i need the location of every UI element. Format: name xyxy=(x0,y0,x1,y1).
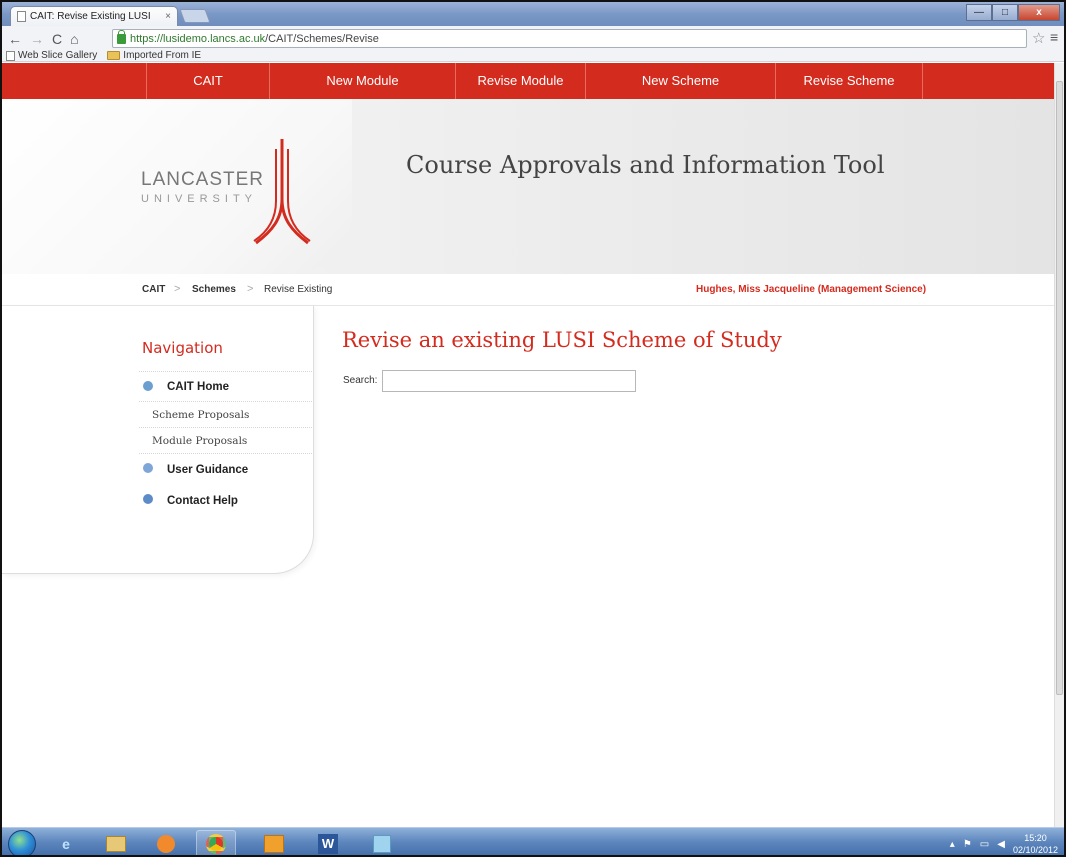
breadcrumb-schemes[interactable]: Schemes xyxy=(192,284,236,295)
system-tray: ▴ ⚑ ▭ ◀ 15:20 02/10/2012 xyxy=(950,828,1058,855)
breadcrumb: CAIT > Schemes > Revise Existing Hughes,… xyxy=(2,274,1054,306)
nav-cait[interactable]: CAIT xyxy=(146,63,269,99)
site-title: Course Approvals and Information Tool xyxy=(406,151,885,179)
sidebar: Navigation CAIT Home Scheme Proposals Mo… xyxy=(2,306,314,574)
address-bar[interactable]: https://lusidemo.lancs.ac.uk/CAIT/Scheme… xyxy=(112,29,1027,48)
tab-title: CAIT: Revise Existing LUSI xyxy=(30,11,151,22)
clock[interactable]: 15:20 02/10/2012 xyxy=(1012,832,1058,855)
sidebar-item-contact-help[interactable]: Contact Help xyxy=(139,485,312,517)
outlook-icon[interactable] xyxy=(254,830,294,855)
minimize-button[interactable]: — xyxy=(966,4,992,21)
nav-buttons: ← → C ⌂ xyxy=(8,31,79,47)
bookmark-label: Imported From IE xyxy=(123,50,202,61)
new-tab-button[interactable] xyxy=(179,9,211,23)
reload-icon[interactable]: C xyxy=(52,31,62,47)
sidebar-item-label: Module Proposals xyxy=(152,435,248,447)
home-icon xyxy=(143,381,153,391)
help-icon xyxy=(143,463,153,473)
maximize-button[interactable]: □ xyxy=(992,4,1018,21)
url-host: https://lusidemo.lancs.ac.uk xyxy=(130,32,266,45)
date: 02/10/2012 xyxy=(1012,845,1058,855)
breadcrumb-current: Revise Existing xyxy=(264,284,333,295)
scrollbar-thumb[interactable] xyxy=(1056,81,1063,695)
sidebar-item-scheme-proposals[interactable]: Scheme Proposals xyxy=(139,401,312,427)
banner: LANCASTER UNIVERSITY Course Approvals an… xyxy=(2,99,1054,274)
bookmarks-bar: Web Slice Gallery Imported From IE xyxy=(6,50,201,61)
page-icon xyxy=(17,11,26,22)
bookmark-imported-from-ie[interactable]: Imported From IE xyxy=(107,50,201,61)
page-icon xyxy=(6,50,15,61)
volume-icon[interactable]: ◀ xyxy=(997,839,1005,850)
breadcrumb-separator: > xyxy=(247,283,254,295)
window-controls: — □ x xyxy=(966,4,1060,21)
browser-window: CAIT: Revise Existing LUSI × — □ x ← → C… xyxy=(0,0,1066,857)
nav-new-scheme[interactable]: New Scheme xyxy=(585,63,775,99)
bookmark-star-icon[interactable]: ☆ xyxy=(1032,29,1045,47)
url-path: /CAIT/Schemes/Revise xyxy=(265,32,379,45)
home-icon[interactable]: ⌂ xyxy=(70,31,78,47)
search-input[interactable] xyxy=(382,370,636,392)
sidebar-item-module-proposals[interactable]: Module Proposals xyxy=(139,427,312,453)
close-button[interactable]: x xyxy=(1018,4,1060,21)
sidebar-item-label: Scheme Proposals xyxy=(152,409,250,421)
breadcrumb-separator: > xyxy=(174,283,181,295)
bookmark-label: Web Slice Gallery xyxy=(18,50,98,61)
page-content: CAIT New Module Revise Module New Scheme… xyxy=(2,63,1054,827)
word-icon[interactable]: W xyxy=(308,830,348,855)
internet-explorer-icon[interactable]: e xyxy=(46,830,86,855)
lock-icon xyxy=(117,29,126,44)
university-logo-icon xyxy=(253,139,311,245)
contact-icon xyxy=(143,494,153,504)
show-hidden-icon[interactable]: ▴ xyxy=(950,839,955,850)
file-explorer-icon[interactable] xyxy=(96,830,136,855)
start-icon[interactable] xyxy=(8,830,36,855)
forward-icon[interactable]: → xyxy=(30,31,44,47)
title-bar: CAIT: Revise Existing LUSI × — □ x xyxy=(2,2,1064,26)
logo-text: LANCASTER xyxy=(141,169,265,190)
sidebar-item-label: CAIT Home xyxy=(167,381,229,393)
folder-icon xyxy=(107,51,121,60)
nav-new-module[interactable]: New Module xyxy=(269,63,455,99)
back-icon[interactable]: ← xyxy=(8,31,22,47)
sidebar-item-user-guidance[interactable]: User Guidance xyxy=(139,453,312,485)
nav-revise-module[interactable]: Revise Module xyxy=(455,63,585,99)
browser-tab[interactable]: CAIT: Revise Existing LUSI × xyxy=(10,6,178,26)
flag-icon[interactable]: ⚑ xyxy=(963,839,972,850)
network-icon[interactable]: ▭ xyxy=(980,839,989,850)
media-player-icon[interactable] xyxy=(146,830,186,855)
nav-revise-scheme[interactable]: Revise Scheme xyxy=(775,63,923,99)
tab-close-icon[interactable]: × xyxy=(165,11,171,22)
breadcrumb-cait[interactable]: CAIT xyxy=(142,284,165,295)
bookmark-web-slice-gallery[interactable]: Web Slice Gallery xyxy=(6,50,97,61)
scrollbar[interactable] xyxy=(1054,63,1064,827)
toolbar: ← → C ⌂ https://lusidemo.lancs.ac.uk/CAI… xyxy=(2,26,1064,62)
taskbar: e W ▴ ⚑ ▭ ◀ 15:20 02/10/2012 xyxy=(2,827,1064,855)
sidebar-heading: Navigation xyxy=(142,339,223,357)
sidebar-item-cait-home[interactable]: CAIT Home xyxy=(139,371,312,401)
sidebar-item-label: Contact Help xyxy=(167,495,238,507)
page-title: Revise an existing LUSI Scheme of Study xyxy=(342,328,782,352)
time: 15:20 xyxy=(1024,833,1047,843)
logo-subtext: UNIVERSITY xyxy=(141,193,258,205)
user-name: Hughes, Miss Jacqueline (Management Scie… xyxy=(696,284,927,295)
chrome-icon[interactable] xyxy=(196,830,236,855)
search-label: Search: xyxy=(343,375,378,386)
app-icon[interactable] xyxy=(362,830,402,855)
menu-icon[interactable]: ≡ xyxy=(1050,29,1058,45)
main-nav: CAIT New Module Revise Module New Scheme… xyxy=(2,63,1054,99)
sidebar-item-label: User Guidance xyxy=(167,464,249,476)
